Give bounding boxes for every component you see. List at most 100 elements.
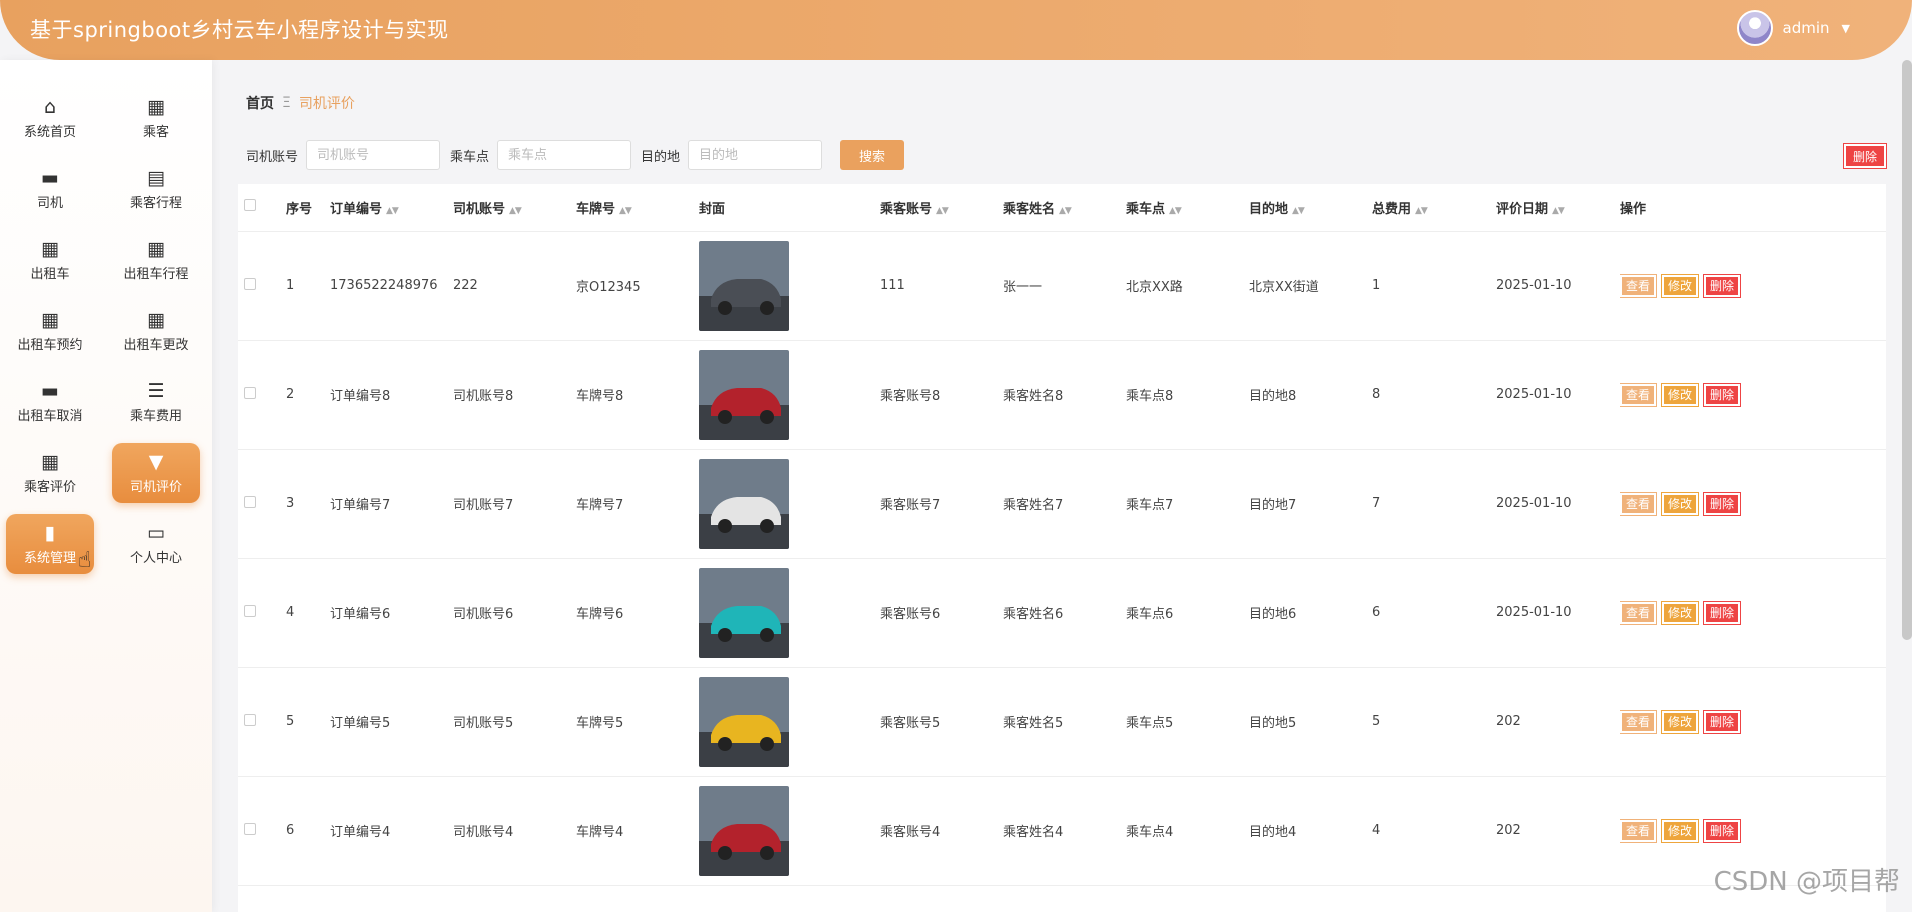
col-driver[interactable]: 司机账号 ▲▼ <box>453 184 576 232</box>
delete-button[interactable]: 删除 <box>1703 818 1741 843</box>
sort-icon[interactable]: ▲▼ <box>1552 206 1565 216</box>
table-row: 3 订单编号7 司机账号7 车牌号7 乘客账号7 乘客姓名7 乘车点7 目的地7 7 2025-0… <box>238 449 1886 559</box>
menu-icon: ▬ <box>41 380 59 402</box>
sort-icon[interactable]: ▲▼ <box>1169 206 1182 216</box>
delete-button[interactable]: 删除 <box>1703 709 1741 734</box>
sort-icon[interactable]: ▲▼ <box>1415 206 1428 216</box>
sidebar-item-13[interactable]: ▭ 个人中心 <box>112 514 200 574</box>
edit-button[interactable]: 修改 <box>1661 709 1699 734</box>
sidebar-item-2[interactable]: ▬ 司机 <box>6 159 94 219</box>
data-table: 序号 订单编号 ▲▼ 司机账号 ▲▼ 车牌号 ▲▼ 封面 乘客账号 ▲▼ 乘客姓名 ▲▼ … <box>238 184 1886 912</box>
view-button[interactable]: 查看 <box>1620 382 1657 407</box>
cell-dest: 目的地5 <box>1249 667 1372 777</box>
breadcrumb-current: 司机评价 <box>298 96 355 112</box>
row-checkbox[interactable] <box>244 822 256 835</box>
view-button[interactable]: 查看 <box>1620 709 1657 734</box>
cursor-icon: ☝ <box>78 548 92 573</box>
sidebar-item-5[interactable]: ▦ 出租车行程 <box>112 230 200 290</box>
col-fee-label: 总费用 <box>1372 201 1412 217</box>
avatar[interactable] <box>1736 10 1773 46</box>
col-passenger[interactable]: 乘客账号 ▲▼ <box>880 184 1003 232</box>
cell-driver: 司机账号6 <box>453 558 576 668</box>
sort-icon[interactable]: ▲▼ <box>619 206 632 216</box>
table-row: 2 订单编号8 司机账号8 车牌号8 乘客账号8 乘客姓名8 乘车点8 目的地8 8 2025-0… <box>238 340 1886 450</box>
cell-pickup: 乘车点6 <box>1126 558 1249 668</box>
row-checkbox[interactable] <box>244 277 256 290</box>
sidebar-item-8[interactable]: ▬ 出租车取消 <box>6 372 94 432</box>
view-button[interactable]: 查看 <box>1620 600 1657 625</box>
cell-plate: 车牌号7 <box>576 449 699 559</box>
user-menu[interactable]: admin ▼ <box>1736 10 1850 46</box>
scrollbar[interactable] <box>1902 60 1912 640</box>
sidebar-item-label: 个人中心 <box>129 551 182 566</box>
search-bar: 司机账号 乘车点 目的地 搜索 <box>246 140 905 170</box>
col-dest[interactable]: 目的地 ▲▼ <box>1249 184 1372 232</box>
edit-button[interactable]: 修改 <box>1661 273 1699 298</box>
driver-account-input[interactable] <box>306 140 441 170</box>
sidebar-item-0[interactable]: ⌂ 系统首页 <box>6 88 94 148</box>
menu-icon: ▦ <box>147 238 165 260</box>
cell-fee: 8 <box>1372 340 1496 450</box>
sidebar-item-11[interactable]: ▼ 司机评价 <box>112 443 200 503</box>
cell-name: 乘客姓名6 <box>1003 558 1126 668</box>
delete-button[interactable]: 删除 <box>1703 600 1741 625</box>
batch-delete-button[interactable]: 删除 <box>1843 143 1887 169</box>
sort-icon[interactable]: ▲▼ <box>1059 206 1072 216</box>
view-button[interactable]: 查看 <box>1620 273 1657 298</box>
col-fee[interactable]: 总费用 ▲▼ <box>1372 184 1496 232</box>
cell-fee: 7 <box>1372 449 1496 559</box>
edit-button[interactable]: 修改 <box>1661 382 1699 407</box>
sidebar-item-4[interactable]: ▦ 出租车 <box>6 230 94 290</box>
sort-icon[interactable]: ▲▼ <box>936 206 949 216</box>
row-checkbox[interactable] <box>244 386 256 399</box>
col-index: 序号 <box>286 184 330 232</box>
search-button[interactable]: 搜索 <box>840 140 905 170</box>
select-all-cell <box>238 184 286 232</box>
cell-idx: 3 <box>286 449 330 559</box>
delete-button[interactable]: 删除 <box>1703 273 1741 298</box>
delete-button[interactable]: 删除 <box>1703 491 1741 516</box>
row-actions: 查看 修改 删除 <box>1620 600 1886 625</box>
sidebar-item-9[interactable]: ☰ 乘车费用 <box>112 372 200 432</box>
row-checkbox[interactable] <box>244 713 256 726</box>
edit-button[interactable]: 修改 <box>1661 600 1699 625</box>
chevron-down-icon[interactable]: ▼ <box>1842 22 1850 35</box>
select-all-checkbox[interactable] <box>244 199 256 212</box>
row-select-cell <box>238 449 286 559</box>
sidebar-item-6[interactable]: ▦ 出租车预约 <box>6 301 94 361</box>
sidebar-item-1[interactable]: ▦ 乘客 <box>112 88 200 148</box>
cell-fee: 1 <box>1372 231 1496 341</box>
sidebar-item-10[interactable]: ▦ 乘客评价 <box>6 443 94 503</box>
col-plate[interactable]: 车牌号 ▲▼ <box>576 184 699 232</box>
edit-button[interactable]: 修改 <box>1661 818 1699 843</box>
username[interactable]: admin <box>1783 19 1830 37</box>
edit-button[interactable]: 修改 <box>1661 491 1699 516</box>
col-name[interactable]: 乘客姓名 ▲▼ <box>1003 184 1126 232</box>
cell-cover <box>699 340 880 450</box>
col-pickup[interactable]: 乘车点 ▲▼ <box>1126 184 1249 232</box>
cell-pickup: 乘车点5 <box>1126 667 1249 777</box>
col-order-label: 订单编号 <box>330 201 383 217</box>
row-checkbox[interactable] <box>244 495 256 508</box>
sidebar-menu: ⌂ 系统首页 ▦ 乘客 ▬ 司机 ▤ 乘客行程 ▦ 出租车 ▦ 出租车行程 ▦ 出租车预约 ▦ 出租车更改 ▬ 出… <box>0 60 212 585</box>
col-date[interactable]: 评价日期 ▲▼ <box>1496 184 1620 232</box>
sort-icon[interactable]: ▲▼ <box>386 206 399 216</box>
destination-input[interactable] <box>688 140 823 170</box>
breadcrumb: 首页 Ξ 司机评价 <box>246 93 355 113</box>
cell-driver: 司机账号8 <box>453 340 576 450</box>
cell-order: 订单编号8 <box>330 340 453 450</box>
menu-icon: ▼ <box>148 451 164 473</box>
sidebar-item-7[interactable]: ▦ 出租车更改 <box>112 301 200 361</box>
col-order[interactable]: 订单编号 ▲▼ <box>330 184 453 232</box>
sort-icon[interactable]: ▲▼ <box>1292 206 1305 216</box>
view-button[interactable]: 查看 <box>1620 818 1657 843</box>
delete-button[interactable]: 删除 <box>1703 382 1741 407</box>
sidebar-item-3[interactable]: ▤ 乘客行程 <box>112 159 200 219</box>
cell-name: 乘客姓名4 <box>1003 776 1126 886</box>
menu-icon: ▦ <box>41 309 59 331</box>
sort-icon[interactable]: ▲▼ <box>509 206 522 216</box>
pickup-input[interactable] <box>497 140 632 170</box>
view-button[interactable]: 查看 <box>1620 491 1657 516</box>
row-checkbox[interactable] <box>244 604 256 617</box>
breadcrumb-home[interactable]: 首页 <box>246 93 274 113</box>
